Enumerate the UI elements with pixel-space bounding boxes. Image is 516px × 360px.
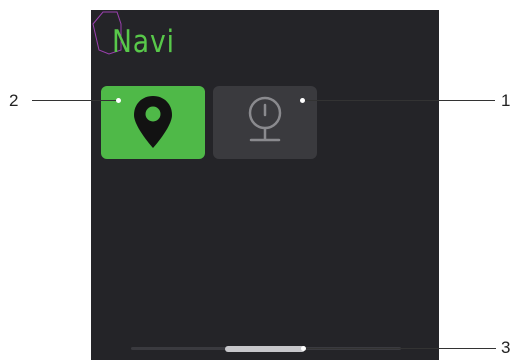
- callout-2-number: 2: [9, 91, 19, 110]
- callout-3-number: 3: [501, 338, 511, 357]
- navigation-tile[interactable]: [101, 86, 205, 159]
- callout-2-dot: [116, 98, 121, 103]
- callout-2-leader: [32, 100, 118, 101]
- page-title: Navi: [112, 24, 175, 60]
- callout-3-dot: [301, 346, 306, 351]
- callout-1-number: 1: [501, 91, 511, 110]
- callout-3-leader: [304, 348, 496, 349]
- callout-1-leader: [303, 100, 495, 101]
- compass-tile[interactable]: [213, 86, 317, 159]
- scrollbar-thumb[interactable]: [225, 346, 305, 352]
- location-pin-icon: [134, 96, 172, 148]
- callout-1-dot: [300, 98, 305, 103]
- device-screen: Navi: [91, 10, 439, 360]
- compass-globe-icon: [248, 96, 282, 142]
